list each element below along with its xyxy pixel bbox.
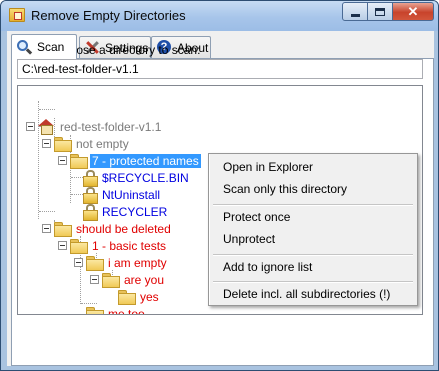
tree-node-basic-tests[interactable]: 1 - basic tests xyxy=(58,237,168,254)
tab-label: Scan xyxy=(37,40,65,54)
close-icon: ✕ xyxy=(407,3,419,19)
close-button[interactable]: ✕ xyxy=(392,2,434,21)
folder-icon xyxy=(86,256,104,271)
folder-icon xyxy=(118,290,136,305)
collapse-icon[interactable] xyxy=(42,224,51,233)
tree-node-label: 1 - basic tests xyxy=(92,238,167,253)
context-menu: Open in Explorer Scan only this director… xyxy=(208,153,418,306)
tree-node-recycle-bin[interactable]: $RECYCLE.BIN xyxy=(83,169,191,187)
tree-node-label: i am empty xyxy=(108,255,167,270)
tree-node-protected-names[interactable]: 7 - protected names xyxy=(58,152,201,169)
tree-node-label: RECYCLER xyxy=(102,204,168,219)
menu-item-scan-only-this-directory[interactable]: Scan only this directory xyxy=(211,178,415,200)
tree-node-label: 7 - protected names xyxy=(90,153,201,168)
app-icon xyxy=(9,8,25,22)
tree-node-label: me too xyxy=(108,306,145,315)
tree-node-ntuninstall[interactable]: NtUninstall xyxy=(83,186,162,204)
tree-node-me-too[interactable]: me too xyxy=(86,305,147,315)
tree-node-label: $RECYCLE.BIN xyxy=(102,170,189,185)
maximize-icon xyxy=(375,7,385,16)
folder-icon xyxy=(70,154,88,169)
minimize-button[interactable] xyxy=(342,2,368,21)
tree-node-root[interactable]: red-test-folder-v1.1 xyxy=(26,118,163,135)
tree-node-are-you[interactable]: are you xyxy=(90,271,166,288)
minimize-icon xyxy=(350,13,360,17)
directory-path-input[interactable] xyxy=(17,59,423,79)
folder-icon xyxy=(70,239,88,254)
search-icon xyxy=(16,39,33,56)
tree-node-yes[interactable]: yes xyxy=(118,288,161,305)
collapse-icon[interactable] xyxy=(90,275,99,284)
collapse-icon[interactable] xyxy=(58,241,67,250)
home-folder-icon xyxy=(38,119,55,135)
tree-node-label: not empty xyxy=(76,136,129,151)
lock-icon xyxy=(83,187,98,204)
menu-item-open-in-explorer[interactable]: Open in Explorer xyxy=(211,156,415,178)
folder-icon xyxy=(54,222,72,237)
collapse-icon[interactable] xyxy=(74,258,83,267)
tree-node-recycler[interactable]: RECYCLER xyxy=(83,203,169,221)
app-window: Remove Empty Directories ✕ Scan Settings… xyxy=(0,0,439,371)
collapse-icon[interactable] xyxy=(58,156,67,165)
title-bar[interactable]: Remove Empty Directories ✕ xyxy=(1,1,438,31)
tree-node-label: NtUninstall xyxy=(102,187,161,202)
collapse-icon[interactable] xyxy=(42,139,51,148)
lock-icon xyxy=(83,170,98,187)
lock-icon xyxy=(83,204,98,221)
tree-node-should-be-deleted[interactable]: should be deleted xyxy=(42,220,173,237)
window-title: Remove Empty Directories xyxy=(31,8,186,23)
tree-node-not-empty[interactable]: not empty xyxy=(42,135,131,152)
tree-node-label: are you xyxy=(124,272,165,287)
menu-item-delete-all-subdirectories[interactable]: Delete incl. all subdirectories (!) xyxy=(211,283,415,305)
tree-node-label: should be deleted xyxy=(76,221,171,236)
menu-item-protect-once[interactable]: Protect once xyxy=(211,206,415,228)
folder-icon xyxy=(86,307,104,314)
tree-node-label: red-test-folder-v1.1 xyxy=(60,119,162,134)
folder-icon xyxy=(54,137,72,152)
folder-icon xyxy=(102,273,120,288)
maximize-button[interactable] xyxy=(367,2,393,21)
menu-item-add-to-ignore-list[interactable]: Add to ignore list xyxy=(211,256,415,278)
tree-node-label: yes xyxy=(140,289,159,304)
tab-scan[interactable]: Scan xyxy=(11,34,77,59)
collapse-icon[interactable] xyxy=(26,122,35,131)
tree-node-i-am-empty[interactable]: i am empty xyxy=(74,254,169,271)
menu-item-unprotect[interactable]: Unprotect xyxy=(211,228,415,250)
